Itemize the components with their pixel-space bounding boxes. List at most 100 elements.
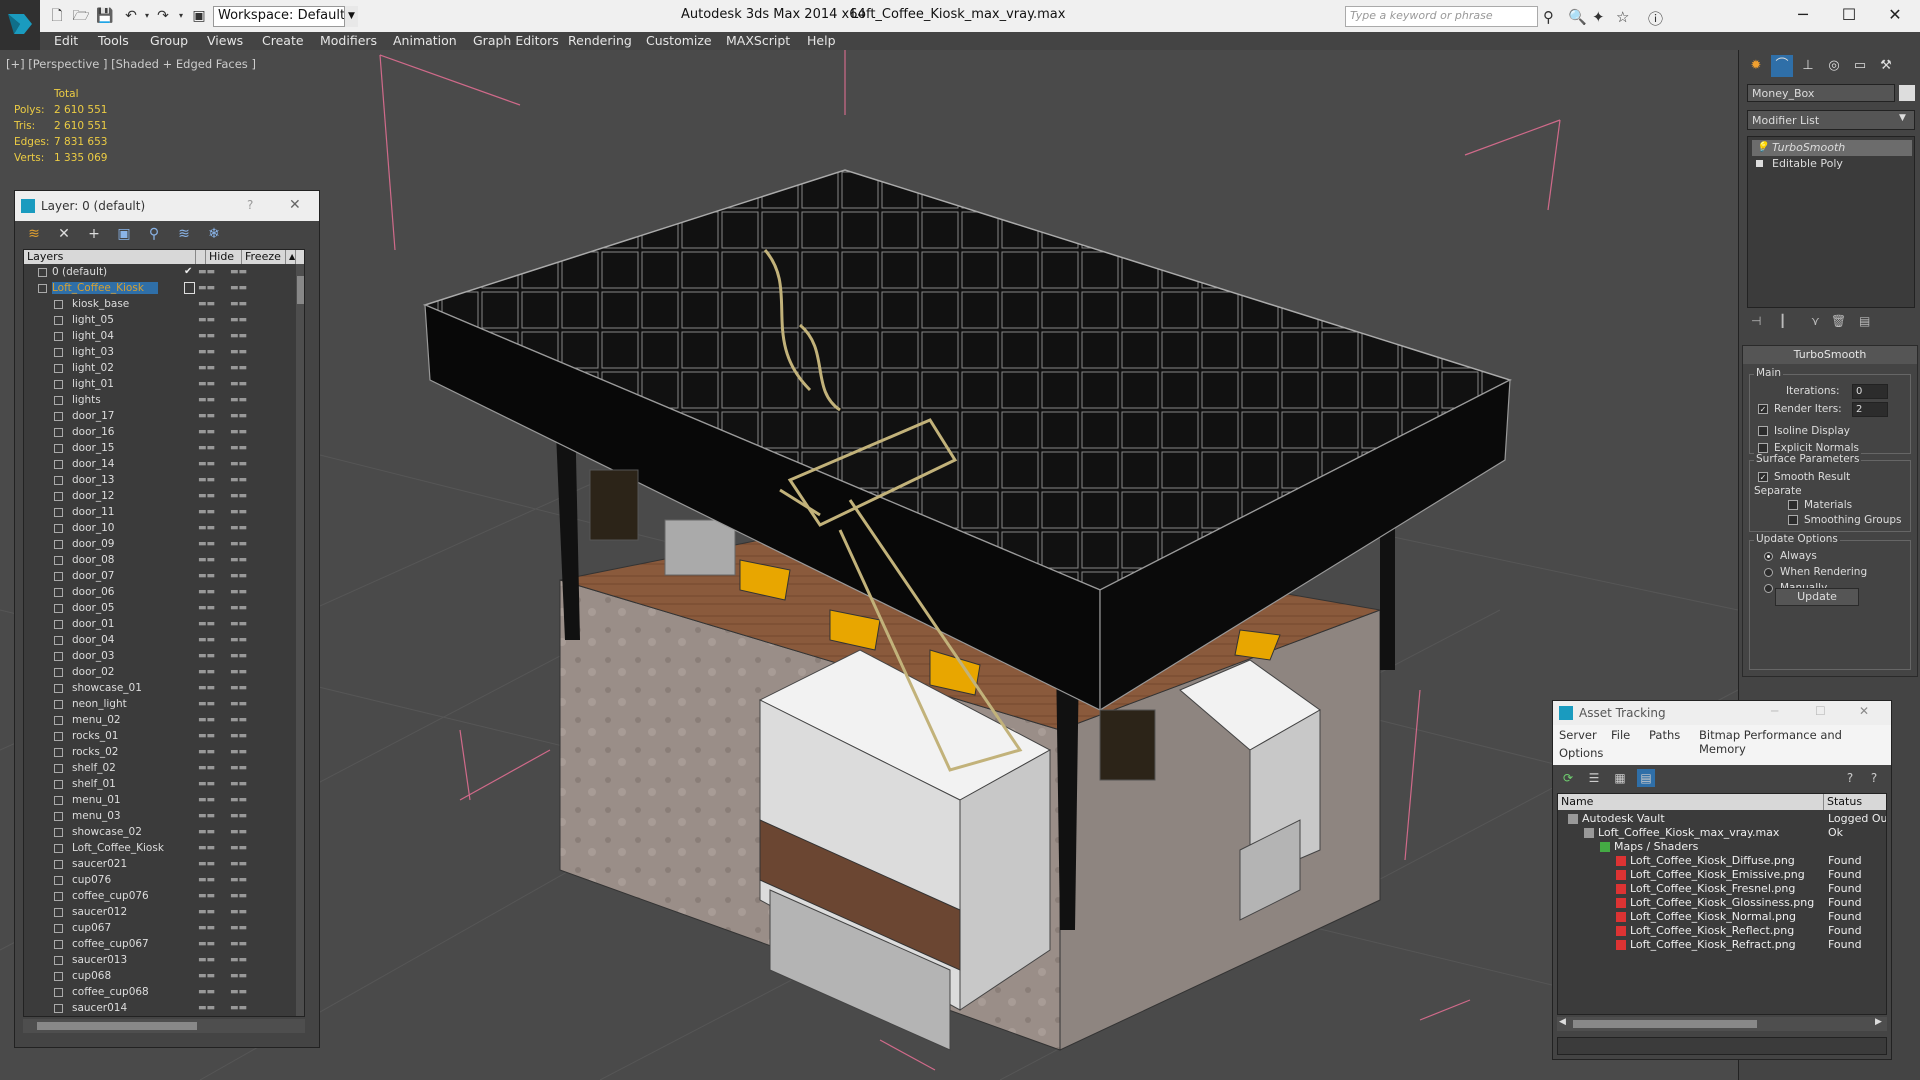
- workspace-select[interactable]: Workspace: Default: [213, 6, 356, 27]
- manually-radio[interactable]: [1764, 584, 1773, 593]
- layer-row[interactable]: light_02 ▬▬ ▬▬: [24, 361, 294, 377]
- layer-row-name[interactable]: coffee_cup076: [72, 890, 149, 902]
- freeze-toggle[interactable]: ▬▬: [230, 363, 247, 373]
- layer-row-name[interactable]: door_09: [72, 538, 114, 550]
- layer-row-name[interactable]: door_02: [72, 666, 114, 678]
- layer-row-name[interactable]: door_17: [72, 410, 114, 422]
- layer-row[interactable]: rocks_02 ▬▬ ▬▬: [24, 745, 294, 761]
- layer-row[interactable]: saucer013 ▬▬ ▬▬: [24, 953, 294, 969]
- hide-toggle[interactable]: ▬▬: [198, 1003, 215, 1013]
- layer-row-name[interactable]: showcase_02: [72, 826, 142, 838]
- column-hide[interactable]: Hide: [206, 250, 242, 264]
- hide-toggle[interactable]: ▬▬: [198, 555, 215, 565]
- chevron-down-icon[interactable]: ▼: [344, 6, 358, 27]
- chevron-down-icon[interactable]: ▼: [1899, 113, 1906, 123]
- layer-row[interactable]: door_15 ▬▬ ▬▬: [24, 441, 294, 457]
- layer-row-name[interactable]: showcase_01: [72, 682, 142, 694]
- freeze-toggle[interactable]: ▬▬: [230, 475, 247, 485]
- layer-row[interactable]: light_05 ▬▬ ▬▬: [24, 313, 294, 329]
- freeze-toggle[interactable]: ▬▬: [230, 331, 247, 341]
- menu-maxscript[interactable]: MAXScript: [726, 33, 790, 48]
- highlight-layer-icon[interactable]: ⚲: [145, 225, 163, 243]
- layer-row[interactable]: menu_03 ▬▬ ▬▬: [24, 809, 294, 825]
- layer-row[interactable]: door_12 ▬▬ ▬▬: [24, 489, 294, 505]
- freeze-toggle[interactable]: ▬▬: [230, 683, 247, 693]
- hide-toggle[interactable]: ▬▬: [198, 459, 215, 469]
- layer-row[interactable]: coffee_cup068 ▬▬ ▬▬: [24, 985, 294, 1001]
- hide-toggle[interactable]: ▬▬: [198, 747, 215, 757]
- lightbulb-icon[interactable]: 💡: [1756, 140, 1768, 156]
- isoline-checkbox[interactable]: [1758, 426, 1768, 436]
- search-icon[interactable]: 🔍: [1568, 8, 1587, 26]
- binoculars-icon[interactable]: ⚲: [1543, 8, 1554, 26]
- layer-row[interactable]: cup076 ▬▬ ▬▬: [24, 873, 294, 889]
- freeze-toggle[interactable]: ▬▬: [230, 395, 247, 405]
- hide-toggle[interactable]: ▬▬: [198, 299, 215, 309]
- layer-panel-titlebar[interactable]: Layer: 0 (default) ? ✕: [15, 191, 319, 221]
- freeze-toggle[interactable]: ▬▬: [230, 827, 247, 837]
- layer-row[interactable]: Loft_Coffee_Kiosk ▬▬ ▬▬: [24, 841, 294, 857]
- freeze-toggle[interactable]: ▬▬: [230, 1003, 247, 1013]
- hide-toggle[interactable]: ▬▬: [198, 763, 215, 773]
- layer-row[interactable]: door_06 ▬▬ ▬▬: [24, 585, 294, 601]
- asset-panel-titlebar[interactable]: Asset Tracking ─ ☐ ✕: [1553, 701, 1891, 725]
- menu-group[interactable]: Group: [150, 33, 188, 48]
- create-tab-icon[interactable]: ✹: [1745, 55, 1767, 77]
- smooth-result-checkbox[interactable]: ✓: [1758, 472, 1768, 482]
- layer-row[interactable]: coffee_cup076 ▬▬ ▬▬: [24, 889, 294, 905]
- layer-row-name[interactable]: shelf_01: [72, 778, 116, 790]
- render-iters-spinner[interactable]: 2: [1852, 402, 1888, 417]
- current-layer-marker[interactable]: ✔: [184, 266, 195, 278]
- menu-customize[interactable]: Customize: [646, 33, 712, 48]
- modify-tab-icon[interactable]: ⌒: [1771, 55, 1793, 77]
- update-button[interactable]: Update: [1775, 588, 1859, 606]
- minimize-icon[interactable]: ─: [1771, 704, 1778, 718]
- layer-row-name[interactable]: menu_01: [72, 794, 121, 806]
- layer-row[interactable]: menu_01 ▬▬ ▬▬: [24, 793, 294, 809]
- hide-toggle[interactable]: ▬▬: [198, 795, 215, 805]
- freeze-toggle[interactable]: ▬▬: [230, 635, 247, 645]
- asset-row[interactable]: Loft_Coffee_Kiosk_Glossiness.png Found: [1558, 896, 1886, 910]
- menu-modifiers[interactable]: Modifiers: [320, 33, 377, 48]
- layer-row-name[interactable]: kiosk_base: [72, 298, 129, 310]
- layer-row-name[interactable]: door_07: [72, 570, 114, 582]
- minimize-icon[interactable]: ─: [1780, 2, 1826, 28]
- asset-row[interactable]: Maps / Shaders: [1558, 840, 1886, 854]
- hide-toggle[interactable]: ▬▬: [198, 539, 215, 549]
- layer-row-name[interactable]: door_06: [72, 586, 114, 598]
- freeze-toggle[interactable]: ▬▬: [230, 859, 247, 869]
- layer-row-name[interactable]: saucer012: [72, 906, 127, 918]
- hide-toggle[interactable]: ▬▬: [198, 475, 215, 485]
- make-unique-icon[interactable]: ⋎: [1811, 314, 1820, 328]
- scroll-right-icon[interactable]: ▶: [1875, 1017, 1882, 1027]
- freeze-toggle[interactable]: ▬▬: [230, 523, 247, 533]
- iterations-spinner[interactable]: 0: [1852, 384, 1888, 399]
- maximize-icon[interactable]: ☐: [1826, 2, 1872, 28]
- layer-row[interactable]: door_08 ▬▬ ▬▬: [24, 553, 294, 569]
- freeze-toggle[interactable]: ▬▬: [230, 299, 247, 309]
- layer-row-name[interactable]: menu_03: [72, 810, 121, 822]
- layer-row-name[interactable]: door_01: [72, 618, 114, 630]
- layer-row[interactable]: saucer021 ▬▬ ▬▬: [24, 857, 294, 873]
- layer-row-name[interactable]: lights: [72, 394, 101, 406]
- layer-row[interactable]: cup067 ▬▬ ▬▬: [24, 921, 294, 937]
- save-file-icon[interactable]: 💾: [96, 7, 114, 25]
- layer-row[interactable]: light_01 ▬▬ ▬▬: [24, 377, 294, 393]
- layer-row[interactable]: door_07 ▬▬ ▬▬: [24, 569, 294, 585]
- hide-toggle[interactable]: ▬▬: [198, 283, 215, 293]
- layer-row-name[interactable]: door_04: [72, 634, 114, 646]
- menu-help[interactable]: Help: [807, 33, 836, 48]
- freeze-toggle[interactable]: ▬▬: [230, 795, 247, 805]
- layer-row-name[interactable]: door_10: [72, 522, 114, 534]
- freeze-toggle[interactable]: ▬▬: [230, 411, 247, 421]
- hide-toggle[interactable]: ▬▬: [198, 523, 215, 533]
- menu-paths[interactable]: Paths: [1649, 728, 1680, 742]
- freeze-toggle[interactable]: ▬▬: [230, 811, 247, 821]
- when-rendering-radio[interactable]: [1764, 568, 1773, 577]
- menu-bitmap-performance[interactable]: Bitmap Performance and Memory: [1699, 728, 1891, 756]
- hide-toggle[interactable]: ▬▬: [198, 827, 215, 837]
- asset-horizontal-scrollbar[interactable]: ◀ ▶: [1557, 1017, 1887, 1031]
- hide-toggle[interactable]: ▬▬: [198, 267, 215, 277]
- freeze-toggle[interactable]: ▬▬: [230, 875, 247, 885]
- scrollbar-thumb[interactable]: [1573, 1020, 1757, 1028]
